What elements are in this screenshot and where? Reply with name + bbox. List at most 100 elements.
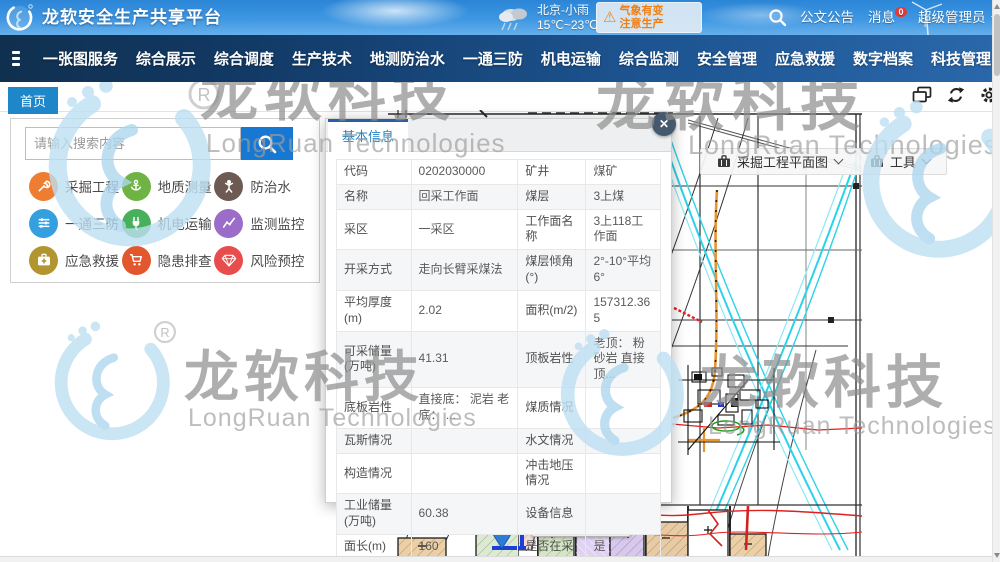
quick-item-geology-survey[interactable]: 地质测量 bbox=[122, 171, 215, 201]
cell-value: 直接底： 泥岩 老底： ... bbox=[411, 388, 518, 429]
cell-value bbox=[586, 453, 661, 494]
quick-item-water-control[interactable]: 防治水 bbox=[214, 171, 307, 201]
cell-label: 平均厚度(m) bbox=[337, 290, 412, 331]
close-icon[interactable]: ✕ bbox=[652, 112, 676, 136]
table-row: 底板岩性 直接底： 泥岩 老底： ... 煤质情况 bbox=[337, 388, 661, 429]
cell-value bbox=[586, 388, 661, 429]
table-row: 瓦斯情况 水文情况 bbox=[337, 428, 661, 453]
cell-label: 采区 bbox=[337, 209, 412, 250]
quick-menu-grid: 采掘工程 地质测量 防治水 一通三防 bbox=[29, 171, 307, 275]
scroll-down-arrow[interactable] bbox=[994, 553, 1000, 558]
weather-temp: 15℃~23℃ bbox=[537, 18, 598, 33]
quick-item-ventilation[interactable]: 一通三防 bbox=[29, 208, 122, 238]
view-controls bbox=[912, 86, 998, 104]
cell-value: 3上118工作面 bbox=[586, 209, 661, 250]
cell-label: 瓦斯情况 bbox=[337, 428, 412, 453]
svg-text:R: R bbox=[160, 325, 169, 340]
cloud-decoration bbox=[320, 0, 470, 28]
nav-item-monitoring[interactable]: 综合监测 bbox=[619, 48, 679, 69]
cell-value: 老顶： 粉砂岩 直接顶... bbox=[586, 331, 661, 387]
cell-label: 工业储量(万吨) bbox=[337, 494, 412, 535]
quick-item-hazard-inspection[interactable]: 隐患排查 bbox=[122, 245, 215, 275]
nav-item-archives[interactable]: 数字档案 bbox=[853, 48, 913, 69]
cell-label: 煤层倾角(°) bbox=[518, 250, 586, 291]
layer-select-button[interactable]: 采掘工程平面图 bbox=[717, 152, 842, 171]
search-icon[interactable] bbox=[768, 8, 787, 27]
first-aid-icon bbox=[29, 246, 58, 275]
table-row: 平均厚度(m) 2.02 面积(m/2) 157312.365 bbox=[337, 290, 661, 331]
quick-item-label: 一通三防 bbox=[65, 213, 119, 233]
cell-label: 底板岩性 bbox=[337, 388, 412, 429]
cell-label: 矿井 bbox=[518, 160, 586, 185]
page: 龙软安全生产共享平台 北京-小雨 15℃~23℃ ⚠ 气象有变 注意生产 公文公… bbox=[0, 0, 1000, 562]
messages-link[interactable]: 消息0 bbox=[868, 0, 907, 35]
person-icon bbox=[214, 172, 243, 201]
cell-value bbox=[411, 453, 518, 494]
dialog-body: 代码 0202030000 矿井 煤矿 名称 回采工作面 煤层 3上煤 采区 一… bbox=[326, 152, 671, 562]
weather-city: 北京-小雨 bbox=[537, 3, 598, 18]
basic-info-table: 代码 0202030000 矿井 煤矿 名称 回采工作面 煤层 3上煤 采区 一… bbox=[336, 159, 661, 560]
cell-label: 煤质情况 bbox=[518, 388, 586, 429]
nav-item-rescue[interactable]: 应急救援 bbox=[775, 48, 835, 69]
quick-item-emergency-rescue[interactable]: 应急救援 bbox=[29, 245, 122, 275]
quick-item-monitoring[interactable]: 监测监控 bbox=[214, 208, 307, 238]
cell-label: 煤层 bbox=[518, 184, 586, 209]
cell-value: 煤矿 bbox=[586, 160, 661, 185]
cell-value: 2°-10°平均6° bbox=[586, 250, 661, 291]
nav-item-display[interactable]: 综合展示 bbox=[136, 48, 196, 69]
watermark-logo bbox=[843, 92, 1000, 280]
quick-item-risk-control[interactable]: 风险预控 bbox=[214, 245, 307, 275]
app-logo bbox=[5, 3, 34, 32]
warning-icon: ⚠ bbox=[603, 10, 616, 25]
alert-line2: 注意生产 bbox=[619, 18, 663, 31]
nav-item-map-service[interactable]: 一张图服务 bbox=[43, 48, 118, 69]
search-button[interactable] bbox=[241, 127, 293, 160]
dialog-header: 基本信息 bbox=[326, 119, 671, 152]
table-row: 名称 回采工作面 煤层 3上煤 bbox=[337, 184, 661, 209]
weather-alert[interactable]: ⚠ 气象有变 注意生产 bbox=[596, 2, 702, 33]
cell-value: 3上煤 bbox=[586, 184, 661, 209]
messages-label: 消息 bbox=[868, 10, 895, 25]
refresh-icon[interactable] bbox=[947, 86, 965, 104]
nav-item-technology[interactable]: 科技管理 bbox=[931, 48, 991, 69]
briefcase-icon bbox=[870, 155, 884, 168]
tab-basic-info[interactable]: 基本信息 bbox=[328, 119, 408, 152]
quick-item-label: 采掘工程 bbox=[65, 176, 119, 196]
quick-item-excavation[interactable]: 采掘工程 bbox=[29, 171, 122, 201]
scrollbar-thumb[interactable] bbox=[994, 14, 1000, 76]
duplicate-window-icon[interactable] bbox=[912, 86, 932, 104]
cell-value: 60.38 bbox=[411, 494, 518, 535]
alert-line1: 气象有变 bbox=[619, 5, 663, 18]
nav-item-safety[interactable]: 安全管理 bbox=[697, 48, 757, 69]
search-input[interactable] bbox=[25, 127, 241, 160]
nav-item-dispatch[interactable]: 综合调度 bbox=[214, 48, 274, 69]
username-label: 超级管理员 bbox=[918, 10, 986, 25]
survey-icon bbox=[122, 172, 151, 201]
cell-label: 顶板岩性 bbox=[518, 331, 586, 387]
table-row: 可采储量(万吨) 41.31 顶板岩性 老顶： 粉砂岩 直接顶... bbox=[337, 331, 661, 387]
announcements-link[interactable]: 公文公告 bbox=[800, 0, 854, 35]
map-toolbar: 采掘工程平面图 工具 bbox=[700, 148, 947, 175]
scroll-up-arrow[interactable] bbox=[994, 4, 1000, 9]
tools-button[interactable]: 工具 bbox=[870, 152, 930, 171]
nav-item-production[interactable]: 生产技术 bbox=[292, 48, 352, 69]
user-menu[interactable]: 超级管理员 bbox=[918, 0, 999, 35]
cell-label: 构造情况 bbox=[337, 453, 412, 494]
nav-item-geology-water[interactable]: 地测防治水 bbox=[370, 48, 445, 69]
vertical-scrollbar[interactable] bbox=[992, 0, 1000, 562]
tab-home[interactable]: 首页 bbox=[8, 87, 58, 114]
hamburger-menu-icon[interactable] bbox=[12, 48, 20, 69]
nav-item-electromech[interactable]: 机电运输 bbox=[541, 48, 601, 69]
quick-item-label: 机电运输 bbox=[158, 213, 212, 233]
cell-value: 0202030000 bbox=[411, 160, 518, 185]
tools-label: 工具 bbox=[890, 152, 916, 171]
app-title: 龙软安全生产共享平台 bbox=[42, 0, 222, 35]
table-row: 构造情况 冲击地压情况 bbox=[337, 453, 661, 494]
horizontal-scrollbar[interactable] bbox=[0, 556, 992, 562]
cell-label: 名称 bbox=[337, 184, 412, 209]
nav-item-ventilation[interactable]: 一通三防 bbox=[463, 48, 523, 69]
quick-item-label: 隐患排查 bbox=[158, 250, 212, 270]
cell-value bbox=[586, 494, 661, 535]
quick-item-electromechanical[interactable]: 机电运输 bbox=[122, 208, 215, 238]
quick-item-label: 监测监控 bbox=[250, 213, 304, 233]
